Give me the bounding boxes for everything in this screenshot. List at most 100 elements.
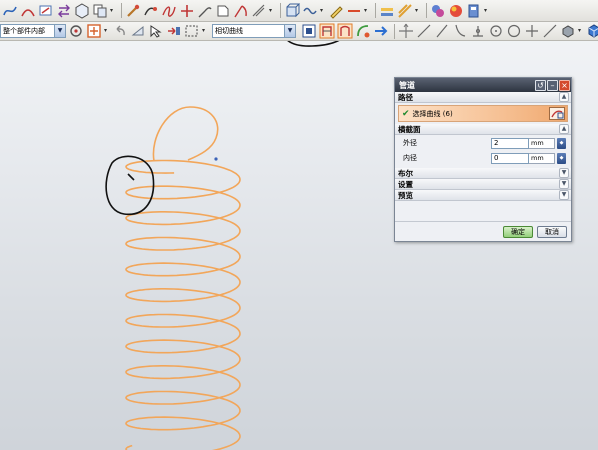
undo-icon[interactable] (112, 23, 128, 39)
cross-icon[interactable] (398, 23, 414, 39)
select-curve-row[interactable]: ✔ 选择曲线 (6) (398, 105, 568, 122)
section-settings-label: 设置 (398, 179, 413, 189)
highlighted-tool-a-icon[interactable] (319, 23, 335, 39)
chevron-down-icon[interactable]: ▾ (484, 3, 490, 19)
brush-icon[interactable] (125, 3, 141, 19)
slash-curve-icon[interactable] (233, 3, 249, 19)
circle-icon[interactable] (506, 23, 522, 39)
section-settings[interactable]: 设置 ▼ (395, 179, 571, 190)
curve-select-icon[interactable] (549, 107, 565, 120)
arrow-icon[interactable] (148, 23, 164, 39)
filter-icon[interactable] (86, 23, 102, 39)
toolbar-divider (426, 3, 427, 18)
line-icon[interactable] (416, 23, 432, 39)
select-curve-label: 选择曲线 (6) (412, 109, 453, 118)
drop-icon[interactable] (466, 3, 482, 19)
outer-diameter-row: 外径 2 mm ◆ (395, 136, 571, 150)
section-cross-section[interactable]: 横截面 ▲ (395, 124, 571, 135)
arrow-right-icon[interactable] (373, 23, 389, 39)
inner-diameter-unit[interactable]: mm (529, 152, 555, 164)
chevron-down-icon[interactable]: ▾ (104, 23, 110, 39)
plus-icon[interactable] (179, 3, 195, 19)
dialog-titlebar[interactable]: 管道 ↺ – × (395, 78, 571, 92)
helix-coils (125, 159, 241, 450)
chevron-down-icon[interactable]: ▾ (110, 3, 116, 19)
close-icon[interactable]: × (559, 79, 570, 91)
annotation-marks (105, 41, 340, 216)
layers-icon[interactable] (379, 3, 395, 19)
cube-icon[interactable] (560, 23, 576, 39)
chevron-down-icon[interactable]: ▼ (559, 179, 569, 189)
section-preview[interactable]: 预览 ▼ (395, 190, 571, 201)
toolbar-divider (375, 3, 376, 18)
chevron-down-icon[interactable]: ▾ (269, 3, 275, 19)
pin-icon[interactable] (143, 3, 159, 19)
bend-icon[interactable] (355, 23, 371, 39)
type-filter-dropdown[interactable]: 整个部件内部 ▼ (0, 24, 66, 38)
circle-point-icon[interactable] (470, 23, 486, 39)
arrow-icon[interactable] (166, 23, 182, 39)
cube-move-icon[interactable] (284, 3, 300, 19)
knot-icon[interactable] (161, 3, 177, 19)
circle-point-icon[interactable] (488, 23, 504, 39)
chain-icon[interactable] (302, 3, 318, 19)
chevron-down-icon[interactable]: ▾ (364, 3, 370, 19)
chevron-down-icon[interactable]: ▾ (415, 3, 421, 19)
box-outline-icon[interactable] (215, 3, 231, 19)
arc-icon[interactable] (197, 3, 213, 19)
select-icon[interactable] (130, 23, 146, 39)
chevron-down-icon[interactable]: ▼ (284, 25, 295, 37)
spin-arrow-icon[interactable]: ◆ (557, 152, 566, 164)
toolbar-divider (280, 3, 281, 18)
main-toolbar: ▾ ▾ ▾ ▾ ▾ ▾ (0, 0, 598, 22)
chevron-down-icon[interactable]: ▼ (54, 25, 65, 37)
snap-icon[interactable] (68, 23, 84, 39)
section-boolean-label: 布尔 (398, 168, 413, 178)
copy-icon[interactable] (92, 3, 108, 19)
minimize-icon[interactable]: – (547, 79, 558, 91)
inner-diameter-input[interactable]: 0 (491, 152, 529, 164)
hex-icon[interactable] (74, 2, 90, 19)
pen-icon[interactable] (328, 3, 344, 19)
view-icon[interactable] (586, 23, 598, 39)
highlighted-tool-b-icon[interactable] (337, 23, 353, 39)
section-path-label: 路径 (398, 92, 413, 102)
swap-icon[interactable] (56, 3, 72, 19)
chevron-down-icon[interactable]: ▼ (559, 190, 569, 200)
chevron-down-icon[interactable]: ▾ (202, 23, 208, 39)
sketch-icon[interactable] (38, 3, 54, 19)
cancel-button[interactable]: 取消 (537, 225, 567, 238)
cross-icon[interactable] (524, 23, 540, 39)
dialog-title: 管道 (399, 80, 415, 90)
curve-icon[interactable] (20, 3, 36, 19)
section-path[interactable]: 路径 ▲ (395, 92, 571, 103)
toolbar-divider (121, 3, 122, 18)
outer-diameter-input[interactable]: 2 (491, 137, 529, 149)
slash-icon[interactable] (434, 23, 450, 39)
grid-icon[interactable] (251, 3, 267, 19)
chevron-up-icon[interactable]: ▲ (559, 124, 569, 134)
palette-icon[interactable] (397, 3, 413, 19)
chevron-down-icon[interactable]: ▾ (320, 3, 326, 19)
spline-icon[interactable] (2, 3, 18, 19)
chevron-up-icon[interactable]: ▲ (559, 92, 569, 102)
chevron-down-icon[interactable]: ▼ (559, 168, 569, 178)
curve-rule-value: 相切曲线 (215, 27, 243, 35)
reset-icon[interactable]: ↺ (535, 79, 546, 91)
outer-diameter-unit[interactable]: mm (529, 137, 555, 149)
minus-line-icon[interactable] (542, 23, 558, 39)
box-select-icon[interactable] (184, 23, 200, 39)
curve-point-icon[interactable] (452, 23, 468, 39)
minus-icon[interactable] (346, 3, 362, 19)
mask-icon[interactable] (301, 23, 317, 39)
toolbar-divider (394, 23, 395, 39)
drop-icon[interactable] (448, 3, 464, 19)
chevron-down-icon[interactable]: ▾ (578, 23, 584, 39)
section-boolean[interactable]: 布尔 ▼ (395, 168, 571, 179)
type-filter-value: 整个部件内部 (3, 27, 45, 35)
helix-curve[interactable] (125, 106, 241, 450)
ok-button[interactable]: 确定 (503, 225, 533, 238)
spin-arrow-icon[interactable]: ◆ (557, 137, 566, 149)
curve-rule-dropdown[interactable]: 相切曲线 ▼ (212, 24, 296, 38)
color-ball-icon[interactable] (430, 3, 446, 19)
